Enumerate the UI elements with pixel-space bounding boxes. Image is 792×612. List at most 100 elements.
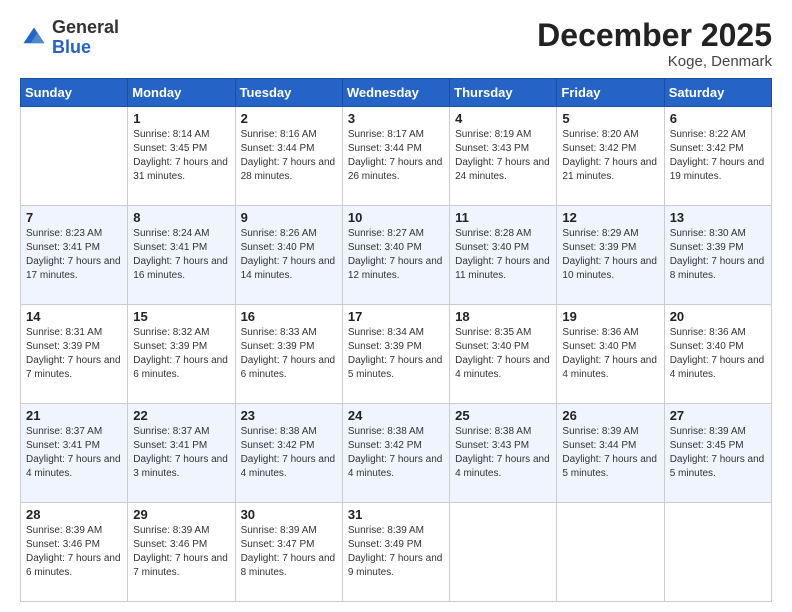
day-number: 19	[562, 309, 658, 324]
day-number: 20	[670, 309, 766, 324]
calendar-cell: 18Sunrise: 8:35 AMSunset: 3:40 PMDayligh…	[450, 305, 557, 404]
day-number: 24	[348, 408, 444, 423]
day-info: Sunrise: 8:29 AMSunset: 3:39 PMDaylight:…	[562, 227, 658, 283]
title-block: December 2025 Koge, Denmark	[537, 18, 772, 70]
day-info: Sunrise: 8:30 AMSunset: 3:39 PMDaylight:…	[670, 227, 766, 283]
calendar-cell: 1Sunrise: 8:14 AMSunset: 3:45 PMDaylight…	[128, 107, 235, 206]
day-number: 4	[455, 111, 551, 126]
calendar-week-row: 7Sunrise: 8:23 AMSunset: 3:41 PMDaylight…	[21, 206, 772, 305]
calendar-cell: 8 Sunrise: 8:24 AMSunset: 3:41 PMDaylight…	[128, 206, 235, 305]
calendar-cell: 10 Sunrise: 8:27 AMSunset: 3:40 PMDayligh…	[342, 206, 449, 305]
calendar-week-row: 1Sunrise: 8:14 AMSunset: 3:45 PMDaylight…	[21, 107, 772, 206]
col-header-tuesday: Tuesday	[235, 79, 342, 107]
calendar-cell: 26 Sunrise: 8:39 AMSunset: 3:44 PMDayligh…	[557, 404, 664, 503]
day-number: 22	[133, 408, 229, 423]
day-number: 18	[455, 309, 551, 324]
logo: General Blue	[20, 18, 119, 58]
day-number: 8	[133, 210, 229, 225]
calendar-cell: 9 Sunrise: 8:26 AMSunset: 3:40 PMDaylight…	[235, 206, 342, 305]
day-number: 16	[241, 309, 337, 324]
calendar-cell	[450, 503, 557, 602]
day-info: Sunrise: 8:39 AMSunset: 3:49 PMDaylight:…	[348, 524, 444, 580]
day-info: Sunrise: 8:37 AMSunset: 3:41 PMDaylight:…	[133, 425, 229, 481]
col-header-friday: Friday	[557, 79, 664, 107]
day-info: Sunrise: 8:34 AMSunset: 3:39 PMDaylight:…	[348, 326, 444, 382]
calendar-cell: 14 Sunrise: 8:31 AMSunset: 3:39 PMDayligh…	[21, 305, 128, 404]
day-number: 3	[348, 111, 444, 126]
calendar-cell: 30 Sunrise: 8:39 AMSunset: 3:47 PMDayligh…	[235, 503, 342, 602]
calendar-cell: 19Sunrise: 8:36 AMSunset: 3:40 PMDayligh…	[557, 305, 664, 404]
day-number: 26	[562, 408, 658, 423]
day-number: 13	[670, 210, 766, 225]
day-info: Sunrise: 8:26 AMSunset: 3:40 PMDaylight:…	[241, 227, 337, 283]
day-info: Sunrise: 8:16 AMSunset: 3:44 PMDaylight:…	[241, 128, 337, 184]
day-info: Sunrise: 8:24 AMSunset: 3:41 PMDaylight:…	[133, 227, 229, 283]
day-info: Sunrise: 8:38 AMSunset: 3:42 PMDaylight:…	[348, 425, 444, 481]
day-number: 30	[241, 507, 337, 522]
location: Koge, Denmark	[537, 53, 772, 70]
calendar-cell: 12 Sunrise: 8:29 AMSunset: 3:39 PMDayligh…	[557, 206, 664, 305]
col-header-sunday: Sunday	[21, 79, 128, 107]
day-info: Sunrise: 8:19 AMSunset: 3:43 PMDaylight:…	[455, 128, 551, 184]
col-header-wednesday: Wednesday	[342, 79, 449, 107]
day-number: 21	[26, 408, 122, 423]
calendar-cell: 5Sunrise: 8:20 AMSunset: 3:42 PMDaylight…	[557, 107, 664, 206]
day-number: 10	[348, 210, 444, 225]
day-number: 27	[670, 408, 766, 423]
calendar-cell	[21, 107, 128, 206]
day-info: Sunrise: 8:39 AMSunset: 3:45 PMDaylight:…	[670, 425, 766, 481]
day-number: 28	[26, 507, 122, 522]
calendar-cell: 20 Sunrise: 8:36 AMSunset: 3:40 PMDayligh…	[664, 305, 771, 404]
calendar-cell: 29 Sunrise: 8:39 AMSunset: 3:46 PMDayligh…	[128, 503, 235, 602]
day-number: 11	[455, 210, 551, 225]
day-number: 5	[562, 111, 658, 126]
calendar-week-row: 14 Sunrise: 8:31 AMSunset: 3:39 PMDayligh…	[21, 305, 772, 404]
day-number: 14	[26, 309, 122, 324]
calendar-table: Sunday Monday Tuesday Wednesday Thursday…	[20, 78, 772, 602]
calendar-cell: 24 Sunrise: 8:38 AMSunset: 3:42 PMDayligh…	[342, 404, 449, 503]
day-info: Sunrise: 8:39 AMSunset: 3:46 PMDaylight:…	[133, 524, 229, 580]
calendar-cell: 3 Sunrise: 8:17 AMSunset: 3:44 PMDaylight…	[342, 107, 449, 206]
day-info: Sunrise: 8:38 AMSunset: 3:43 PMDaylight:…	[455, 425, 551, 481]
calendar-cell: 16 Sunrise: 8:33 AMSunset: 3:39 PMDayligh…	[235, 305, 342, 404]
calendar-cell: 25Sunrise: 8:38 AMSunset: 3:43 PMDayligh…	[450, 404, 557, 503]
day-number: 23	[241, 408, 337, 423]
day-info: Sunrise: 8:32 AMSunset: 3:39 PMDaylight:…	[133, 326, 229, 382]
calendar-cell: 28 Sunrise: 8:39 AMSunset: 3:46 PMDayligh…	[21, 503, 128, 602]
calendar-cell: 15Sunrise: 8:32 AMSunset: 3:39 PMDayligh…	[128, 305, 235, 404]
day-info: Sunrise: 8:22 AMSunset: 3:42 PMDaylight:…	[670, 128, 766, 184]
logo-blue-text: Blue	[52, 37, 91, 57]
day-info: Sunrise: 8:39 AMSunset: 3:46 PMDaylight:…	[26, 524, 122, 580]
calendar-cell: 21 Sunrise: 8:37 AMSunset: 3:41 PMDayligh…	[21, 404, 128, 503]
day-info: Sunrise: 8:14 AMSunset: 3:45 PMDaylight:…	[133, 128, 229, 184]
day-info: Sunrise: 8:37 AMSunset: 3:41 PMDaylight:…	[26, 425, 122, 481]
day-number: 31	[348, 507, 444, 522]
month-title: December 2025	[537, 18, 772, 53]
calendar-cell: 4 Sunrise: 8:19 AMSunset: 3:43 PMDaylight…	[450, 107, 557, 206]
day-info: Sunrise: 8:28 AMSunset: 3:40 PMDaylight:…	[455, 227, 551, 283]
col-header-thursday: Thursday	[450, 79, 557, 107]
day-info: Sunrise: 8:31 AMSunset: 3:39 PMDaylight:…	[26, 326, 122, 382]
day-number: 17	[348, 309, 444, 324]
calendar-cell: 17 Sunrise: 8:34 AMSunset: 3:39 PMDayligh…	[342, 305, 449, 404]
day-info: Sunrise: 8:27 AMSunset: 3:40 PMDaylight:…	[348, 227, 444, 283]
calendar-cell: 6 Sunrise: 8:22 AMSunset: 3:42 PMDaylight…	[664, 107, 771, 206]
calendar-cell: 31 Sunrise: 8:39 AMSunset: 3:49 PMDayligh…	[342, 503, 449, 602]
day-number: 9	[241, 210, 337, 225]
day-number: 12	[562, 210, 658, 225]
calendar-cell: 13 Sunrise: 8:30 AMSunset: 3:39 PMDayligh…	[664, 206, 771, 305]
calendar-cell: 2 Sunrise: 8:16 AMSunset: 3:44 PMDaylight…	[235, 107, 342, 206]
day-number: 6	[670, 111, 766, 126]
header: General Blue December 2025 Koge, Denmark	[20, 18, 772, 70]
calendar-week-row: 28 Sunrise: 8:39 AMSunset: 3:46 PMDayligh…	[21, 503, 772, 602]
day-number: 2	[241, 111, 337, 126]
logo-general-text: General	[52, 17, 119, 37]
day-info: Sunrise: 8:36 AMSunset: 3:40 PMDaylight:…	[670, 326, 766, 382]
calendar-cell: 22 Sunrise: 8:37 AMSunset: 3:41 PMDayligh…	[128, 404, 235, 503]
day-info: Sunrise: 8:33 AMSunset: 3:39 PMDaylight:…	[241, 326, 337, 382]
day-number: 29	[133, 507, 229, 522]
col-header-monday: Monday	[128, 79, 235, 107]
day-info: Sunrise: 8:17 AMSunset: 3:44 PMDaylight:…	[348, 128, 444, 184]
day-info: Sunrise: 8:39 AMSunset: 3:44 PMDaylight:…	[562, 425, 658, 481]
day-info: Sunrise: 8:39 AMSunset: 3:47 PMDaylight:…	[241, 524, 337, 580]
